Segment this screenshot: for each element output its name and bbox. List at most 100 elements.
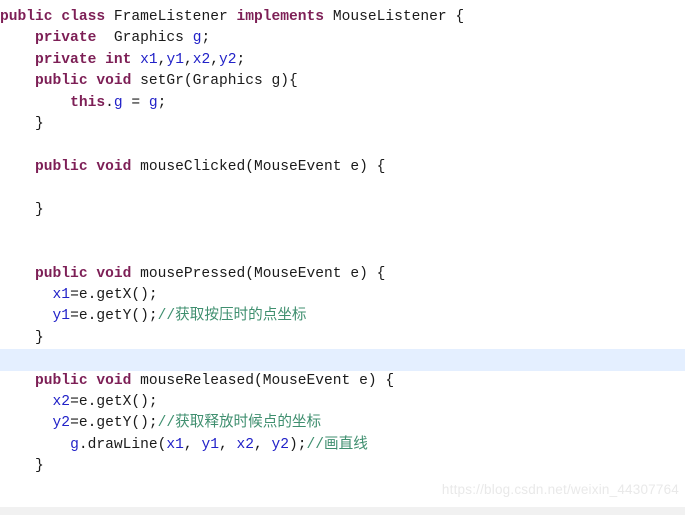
code-token-var: x1 [140, 51, 158, 68]
code-line[interactable]: } [0, 200, 685, 221]
code-token-cmt: //画直线 [306, 436, 368, 453]
code-token-pln: } [0, 115, 44, 132]
code-token-var: x2 [192, 51, 211, 68]
code-token-var: y1 [166, 51, 184, 68]
code-token-var: x2 [52, 394, 71, 411]
code-line[interactable]: this.g = g; [0, 93, 685, 114]
code-token-kw: void [96, 372, 132, 389]
code-line[interactable]: x2=e.getX(); [0, 392, 685, 413]
code-token-var: x1 [166, 436, 184, 453]
code-token-pln: , [210, 51, 219, 68]
code-token-kw: public [35, 372, 88, 389]
code-token-pln: = [122, 94, 149, 111]
code-token-pln: mouseReleased(MouseEvent e) { [131, 372, 395, 389]
code-token-var: g [113, 94, 123, 111]
code-token-pln: } [0, 329, 44, 346]
code-token-pln: FrameListener [105, 9, 237, 25]
code-token-pln [0, 287, 53, 303]
code-line[interactable]: g.drawLine(x1, y1, x2, y2);//画直线 [0, 435, 685, 456]
code-token-pln [0, 373, 35, 389]
code-token-var: y1 [201, 436, 219, 453]
code-token-pln [0, 73, 35, 89]
code-token-kw: class [61, 9, 106, 25]
code-line[interactable] [0, 221, 685, 242]
code-token-pln: =e.getX(); [70, 287, 158, 304]
code-token-pln: ; [157, 94, 167, 111]
code-token-var: g [70, 436, 79, 453]
csdn-watermark: https://blog.csdn.net/weixin_44307764 [441, 482, 679, 497]
code-token-pln: .drawLine( [78, 436, 167, 453]
code-token-var: y2 [271, 436, 290, 453]
code-token-pln [53, 9, 62, 25]
code-token-kw: void [96, 265, 132, 282]
code-token-kw: private [35, 30, 97, 47]
code-line[interactable]: public class FrameListener implements Mo… [0, 7, 685, 28]
code-token-kw: void [96, 158, 132, 175]
code-line[interactable]: private Graphics g; [0, 28, 685, 49]
code-token-pln: } [0, 201, 44, 218]
code-token-kw: public [35, 265, 88, 282]
code-viewport: public class FrameListener implements Mo… [0, 0, 685, 515]
code-token-cmt: //获取按压时的点坐标 [157, 308, 307, 325]
code-token-var: g [148, 94, 158, 111]
code-token-var: x1 [52, 287, 71, 304]
code-token-pln [0, 30, 35, 46]
code-token-pln: setGr(Graphics g){ [131, 73, 298, 90]
code-line[interactable] [0, 135, 685, 156]
code-token-kw: int [105, 51, 132, 68]
code-token-pln [0, 95, 70, 111]
code-line[interactable]: x1=e.getX(); [0, 285, 685, 306]
code-line[interactable]: public void mousePressed(MouseEvent e) { [0, 264, 685, 285]
code-line[interactable]: public void mouseReleased(MouseEvent e) … [0, 371, 685, 392]
code-line[interactable]: } [0, 456, 685, 477]
code-token-kw: public [35, 158, 88, 175]
code-token-pln: , [183, 436, 202, 453]
code-token-pln: ); [289, 436, 307, 453]
code-line[interactable]: } [0, 114, 685, 135]
code-line[interactable]: } [0, 328, 685, 349]
code-token-pln: mouseClicked(MouseEvent e) { [131, 158, 386, 175]
code-line[interactable]: y1=e.getY();//获取按压时的点坐标 [0, 306, 685, 327]
code-token-pln [0, 159, 35, 175]
code-token-var: y2 [219, 51, 237, 68]
code-token-kw: this [70, 94, 106, 111]
code-token-pln: =e.getY(); [70, 415, 158, 432]
code-token-pln [0, 437, 70, 453]
code-token-pln [131, 52, 140, 68]
code-token-pln [0, 266, 35, 282]
code-token-pln: =e.getX(); [70, 394, 158, 411]
code-line[interactable] [0, 349, 685, 371]
code-token-var: x2 [236, 436, 254, 453]
code-line[interactable]: public void setGr(Graphics g){ [0, 71, 685, 92]
bottom-strip [0, 507, 685, 515]
code-token-var: y2 [52, 415, 71, 432]
code-token-var: y1 [52, 308, 71, 325]
code-token-cmt: //获取释放时候点的坐标 [157, 415, 322, 432]
code-token-pln: ; [236, 51, 246, 68]
code-token-kw: void [96, 73, 132, 90]
code-token-pln: , [253, 436, 272, 453]
code-token-pln: , [218, 436, 237, 453]
code-line[interactable]: public void mouseClicked(MouseEvent e) { [0, 157, 685, 178]
code-token-pln [96, 52, 105, 68]
code-token-kw: public [35, 73, 88, 90]
code-token-kw: implements [236, 9, 325, 25]
code-line[interactable] [0, 178, 685, 199]
code-token-pln: mousePressed(MouseEvent e) { [131, 265, 386, 282]
code-lines-container: public class FrameListener implements Mo… [0, 7, 685, 478]
code-line[interactable] [0, 242, 685, 263]
code-line[interactable]: private int x1,y1,x2,y2; [0, 50, 685, 71]
code-token-pln: ; [201, 30, 211, 47]
code-token-pln [0, 394, 53, 410]
code-token-pln [0, 415, 53, 431]
code-token-pln: MouseListener { [324, 9, 465, 25]
code-token-pln [0, 308, 53, 324]
code-token-pln: Graphics [96, 30, 193, 47]
code-token-kw: public [0, 9, 53, 25]
code-editor-surface[interactable]: public class FrameListener implements Mo… [0, 0, 685, 507]
code-token-pln: =e.getY(); [70, 308, 158, 325]
code-token-pln: . [105, 94, 114, 111]
code-token-pln: , [183, 51, 193, 68]
code-line[interactable]: y2=e.getY();//获取释放时候点的坐标 [0, 413, 685, 434]
code-token-pln [0, 52, 35, 68]
